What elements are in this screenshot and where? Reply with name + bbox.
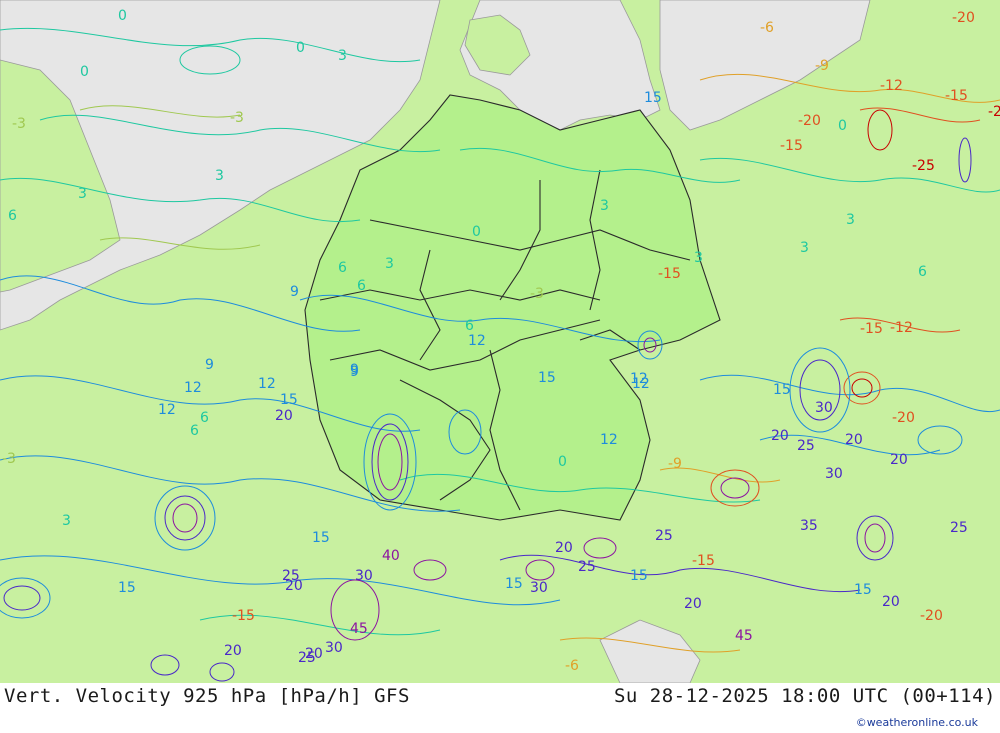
contour-label: 12 <box>258 376 276 392</box>
contour-label: 3 <box>62 513 71 529</box>
contour-label: -3 <box>2 451 16 467</box>
contour-label: 12 <box>468 333 486 349</box>
contour-label: 15 <box>280 392 298 408</box>
contour-label: 15 <box>630 568 648 584</box>
contour-label: -15 <box>658 266 681 282</box>
contour-label: -6 <box>760 20 774 36</box>
contour-label: 25 <box>797 438 815 454</box>
contour-label: 20 <box>555 540 573 556</box>
contour-label: -9 <box>668 456 682 472</box>
contour-label: 3 <box>846 212 855 228</box>
contour-label: 0 <box>80 64 89 80</box>
contour-label: 20 <box>845 432 863 448</box>
contour-label: 45 <box>350 621 368 637</box>
contour-label: 30 <box>355 568 373 584</box>
contour-label: -15 <box>232 608 255 624</box>
contour-label: 45 <box>735 628 753 644</box>
contour-label: -15 <box>860 321 883 337</box>
contour-label: 9 <box>350 362 359 378</box>
contour-label: -3 <box>230 110 244 126</box>
contour-label: 20 <box>771 428 789 444</box>
contour-label: 20 <box>684 596 702 612</box>
contour-label: 30 <box>530 580 548 596</box>
contour-label: 20 <box>224 643 242 659</box>
contour-label: 25 <box>655 528 673 544</box>
contour-label: 3 <box>78 186 87 202</box>
contour-label: 15 <box>644 90 662 106</box>
contour-label: -25 <box>912 158 935 174</box>
map-title: Vert. Velocity 925 hPa [hPa/h] GFS <box>4 685 410 707</box>
contour-label: -12 <box>890 320 913 336</box>
map-footer: Vert. Velocity 925 hPa [hPa/h] GFS Su 28… <box>0 683 1000 733</box>
contour-label: 3 <box>600 198 609 214</box>
contour-label: 15 <box>538 370 556 386</box>
contour-label: 6 <box>190 423 199 439</box>
contour-label: 3 <box>694 250 703 266</box>
contour-label: 30 <box>825 466 843 482</box>
contour-label: -20 <box>920 608 943 624</box>
contour-label: 15 <box>118 580 136 596</box>
contour-label: -3 <box>530 286 544 302</box>
weather-map: 0 -3 3 0 0 3 6 3 -3 3 6 0 9 6 9 12 12 12 15 20 12 15 12 6 9 6 3 3 15… <box>0 0 1000 683</box>
contour-label: -20 <box>798 113 821 129</box>
contour-label: -15 <box>780 138 803 154</box>
contour-label: 6 <box>918 264 927 280</box>
contour-label: 6 <box>357 278 366 294</box>
contour-label: -15 <box>945 88 968 104</box>
contour-label: 30 <box>325 640 343 656</box>
contour-label: 0 <box>838 118 847 134</box>
contour-label: 6 <box>338 260 347 276</box>
contour-label: -20 <box>952 10 975 26</box>
contour-label: 25 <box>578 559 596 575</box>
contour-label: 15 <box>505 576 523 592</box>
contour-label: 40 <box>382 548 400 564</box>
contour-label: 0 <box>118 8 127 24</box>
contour-label: 9 <box>205 357 214 373</box>
contour-label: -20 <box>892 410 915 426</box>
contour-label: 30 <box>815 400 833 416</box>
contour-label: -25 <box>988 104 1000 120</box>
contour-label: -12 <box>880 78 903 94</box>
contour-label: 35 <box>800 518 818 534</box>
contour-label: 15 <box>312 530 330 546</box>
credit-link[interactable]: ©weatheronline.co.uk <box>856 716 978 729</box>
contour-label: 12 <box>184 380 202 396</box>
contour-label: 20 <box>890 452 908 468</box>
contour-label: 25 <box>950 520 968 536</box>
contour-label: -6 <box>565 658 579 674</box>
contour-label: 9 <box>290 284 299 300</box>
contour-label: -3 <box>12 116 26 132</box>
contour-label: 20 <box>275 408 293 424</box>
contour-label: 15 <box>854 582 872 598</box>
contour-label: 3 <box>385 256 394 272</box>
contour-label: 3 <box>338 48 347 64</box>
contour-label: -15 <box>692 553 715 569</box>
contour-label: -9 <box>815 58 829 74</box>
valid-time: Su 28-12-2025 18:00 UTC (00+114) <box>613 685 996 707</box>
contour-label: 15 <box>773 382 791 398</box>
contour-label: 20 <box>882 594 900 610</box>
contour-label: 3 <box>800 240 809 256</box>
contour-label: 6 <box>465 318 474 334</box>
contour-label: 20 <box>285 578 303 594</box>
contour-label: 0 <box>472 224 481 240</box>
contour-label: 25 <box>298 650 316 666</box>
contour-label: 12 <box>600 432 618 448</box>
contour-label: 12 <box>630 371 648 387</box>
contour-label: 6 <box>200 410 209 426</box>
contour-label: 6 <box>8 208 17 224</box>
contour-label: 3 <box>215 168 224 184</box>
contour-label: 0 <box>558 454 567 470</box>
contour-label: 0 <box>296 40 305 56</box>
contour-label: 12 <box>158 402 176 418</box>
